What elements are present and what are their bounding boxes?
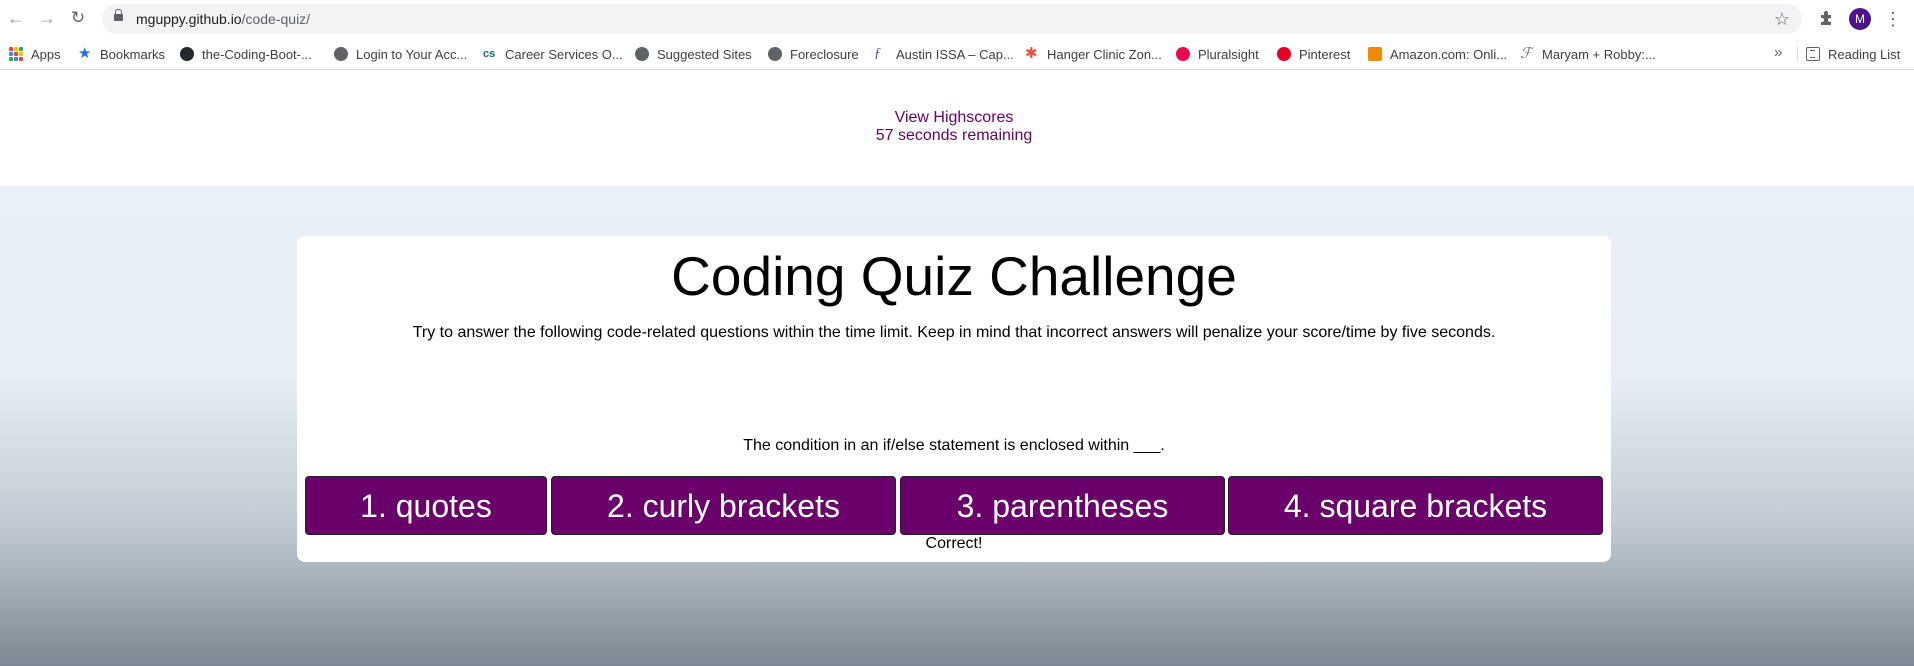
bookmark-label: Austin ISSA – Cap...: [896, 46, 1014, 62]
bookmark-label: Suggested Sites: [657, 46, 752, 62]
back-arrow-icon[interactable]: ←: [6, 8, 26, 28]
timer-text: 57 seconds remaining: [875, 127, 1033, 144]
bookmark-label: Apps: [31, 46, 61, 62]
amazon-icon: [1368, 47, 1382, 61]
profile-avatar[interactable]: M: [1849, 8, 1871, 30]
extensions-puzzle-icon[interactable]: [1818, 9, 1836, 27]
reading-list-label: Reading List: [1828, 46, 1901, 62]
bookmark-label: Amazon.com: Onli...: [1390, 46, 1508, 62]
url-text[interactable]: mguppy.github.io/code-quiz/: [136, 11, 310, 27]
answer-button-3[interactable]: 3. parentheses: [900, 476, 1225, 535]
bookmark-label: Pluralsight: [1198, 46, 1259, 62]
lock-icon[interactable]: [114, 9, 123, 21]
pinterest-icon: [1277, 47, 1291, 61]
view-highscores-link[interactable]: View Highscores: [0, 109, 1908, 127]
globe-icon: [635, 47, 649, 61]
pluralsight-icon: [1176, 47, 1190, 61]
url-host: mguppy.github.io: [136, 11, 242, 27]
quiz-card: Coding Quiz Challenge Try to answer the …: [297, 236, 1611, 562]
bookmark-label: Bookmarks: [100, 46, 166, 62]
forward-arrow-icon[interactable]: →: [37, 8, 57, 28]
bookmark-pinterest[interactable]: Pinterest: [1277, 38, 1350, 70]
bookmark-career-services[interactable]: cs Career Services O...: [483, 38, 623, 70]
bookmark-star-icon[interactable]: ☆: [1774, 9, 1790, 30]
quiz-intro: Try to answer the following code-related…: [412, 324, 1496, 341]
page-header: View Highscores 57 seconds remaining: [0, 71, 1914, 186]
answer-button-2[interactable]: 2. curly brackets: [551, 476, 896, 535]
bookmark-login[interactable]: Login to Your Acc...: [334, 38, 467, 70]
reload-icon[interactable]: ↻: [68, 8, 88, 28]
bookmark-coding-boot[interactable]: the-Coding-Boot-...: [180, 38, 312, 70]
star-icon: ★: [78, 45, 92, 62]
quiz-title: Coding Quiz Challenge: [671, 245, 1237, 307]
bookmark-label: Pinterest: [1299, 46, 1351, 62]
bookmarks-divider: [1797, 46, 1798, 62]
bookmark-label: Login to Your Acc...: [356, 46, 468, 62]
bookmark-amazon[interactable]: Amazon.com: Onli...: [1368, 38, 1507, 70]
chevron-double-right-icon[interactable]: »: [1774, 44, 1782, 61]
reading-list-button[interactable]: Reading List: [1806, 38, 1900, 70]
bookmarks-bar: Apps ★ Bookmarks the-Coding-Boot-... Log…: [0, 38, 1914, 70]
bookmark-label: Maryam + Robby:...: [1542, 46, 1656, 62]
globe-icon: [334, 47, 348, 61]
cs-icon: cs: [483, 48, 496, 60]
answer-feedback: Correct!: [925, 535, 983, 552]
bookmark-suggested-sites[interactable]: Suggested Sites: [635, 38, 752, 70]
f-script-icon: ℱ: [1520, 46, 1532, 62]
bookmark-foreclosure[interactable]: Foreclosure: [768, 38, 859, 70]
apps-grid-icon: [9, 47, 23, 61]
bookmark-apps[interactable]: Apps: [9, 38, 61, 70]
bookmark-maryam-robby[interactable]: ℱ Maryam + Robby:...: [1520, 38, 1656, 70]
hanger-icon: ✱: [1025, 45, 1038, 62]
browser-toolbar: ← → ↻ mguppy.github.io/code-quiz/ ☆ M ⋮: [0, 0, 1914, 38]
address-bar[interactable]: mguppy.github.io/code-quiz/ ☆: [102, 4, 1802, 34]
bookmark-label: the-Coding-Boot-...: [202, 46, 312, 62]
bookmark-pluralsight[interactable]: Pluralsight: [1176, 38, 1259, 70]
bookmark-austin-issa[interactable]: ƒ Austin ISSA – Cap...: [874, 38, 1014, 70]
bookmark-bookmarks[interactable]: ★ Bookmarks: [78, 38, 165, 70]
github-icon: [180, 47, 194, 61]
bookmark-label: Foreclosure: [790, 46, 859, 62]
kebab-menu-icon[interactable]: ⋮: [1884, 8, 1902, 30]
page-content: View Highscores 57 seconds remaining Cod…: [0, 71, 1914, 666]
question-text: The condition in an if/else statement is…: [743, 437, 1165, 454]
reading-list-icon: [1806, 47, 1820, 61]
answer-button-4[interactable]: 4. square brackets: [1228, 476, 1603, 535]
answer-button-1[interactable]: 1. quotes: [305, 476, 547, 535]
bookmark-label: Career Services O...: [505, 46, 623, 62]
bookmark-hanger-clinic[interactable]: ✱ Hanger Clinic Zon...: [1025, 38, 1162, 70]
issa-icon: ƒ: [874, 46, 881, 61]
bookmark-label: Hanger Clinic Zon...: [1047, 46, 1162, 62]
globe-icon: [768, 47, 782, 61]
url-path: /code-quiz/: [241, 11, 311, 27]
